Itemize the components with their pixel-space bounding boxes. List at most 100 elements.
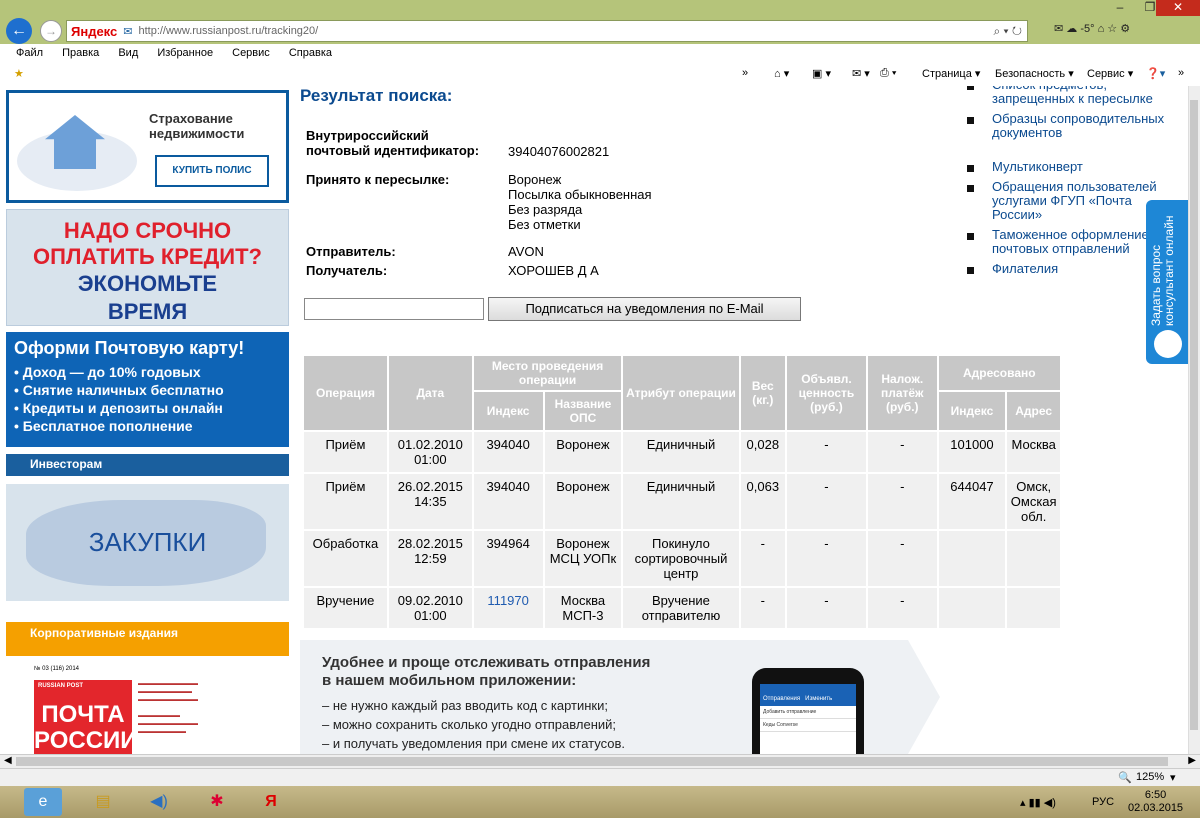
weather-widget[interactable]: ✉ ☁ -5° ⌂ ☆ ⚙: [1054, 22, 1130, 35]
cell-operation: Приём: [304, 474, 387, 529]
weather-temp: -5°: [1080, 23, 1095, 35]
card-item: • Кредиты и депозиты онлайн: [14, 400, 223, 416]
page-menu[interactable]: Страница ▾: [922, 67, 980, 80]
link-prohibited-items[interactable]: Список предметов, запрещенных к пересылк…: [965, 86, 1185, 106]
forward-button[interactable]: →: [40, 20, 62, 42]
chevron-down-icon[interactable]: ▾: [1170, 771, 1176, 784]
index-link[interactable]: 111970: [487, 593, 528, 608]
cell-weight: 0,063: [740, 474, 786, 529]
explorer-icon[interactable]: ▤: [84, 788, 122, 816]
col-addressed: Адресовано: [938, 356, 1060, 390]
mobile-app-promo[interactable]: Удобнее и проще отслеживать отправления в…: [300, 640, 940, 754]
url-text[interactable]: http://www.russianpost.ru/tracking20/: [138, 25, 318, 37]
sender-value: AVON: [508, 244, 544, 259]
cell-declared: -: [787, 474, 866, 529]
table-row: Обработка 28.02.2015 12:59 394964 Воронеж…: [304, 531, 1060, 586]
magazine-cover[interactable]: № 03 (116) 2014 RUSSIAN POST ПОЧТА РОССИ…: [34, 666, 264, 754]
ask-question-tab[interactable]: Задать вопрос консультант онлайн: [1146, 200, 1188, 364]
magazine-brand: RUSSIAN POST: [38, 683, 84, 689]
tracking-id-value: 39404076002821: [508, 144, 610, 159]
yandex-browser-icon[interactable]: Я: [252, 788, 290, 816]
input-language[interactable]: РУС: [1092, 796, 1114, 808]
menu-edit[interactable]: Правка: [62, 44, 99, 62]
cell-declared: -: [787, 432, 866, 472]
speaker-app-icon[interactable]: ◀): [140, 788, 178, 816]
menu-tools[interactable]: Сервис: [232, 44, 270, 62]
subscribe-button[interactable]: Подписаться на уведомления по E-Mail: [488, 297, 801, 321]
phone-image: Отправления Изменить Добавить отправлени…: [752, 668, 864, 754]
col-declared: Объявл. ценность (руб.): [787, 356, 866, 430]
feeds-icon[interactable]: ▣ ▾: [812, 67, 831, 80]
scroll-right-icon[interactable]: ▶: [1188, 755, 1196, 766]
link-multienvelope[interactable]: Мультиконверт: [965, 160, 1185, 174]
phone-item-row: Кеды Converse: [760, 719, 856, 732]
magazine-blurb-decoration: ▬▬▬▬▬▬▬▬▬▬ ▬▬▬▬▬▬▬▬▬ ▬▬▬▬▬▬▬▬▬▬ ▬▬▬▬▬▬▬ ▬▬▬▬…: [138, 681, 198, 735]
zoom-level[interactable]: 125%: [1136, 771, 1164, 783]
menu-favorites[interactable]: Избранное: [157, 44, 213, 62]
help-icon[interactable]: ❓▾: [1146, 67, 1165, 80]
accepted-label: Принято к пересылке:: [306, 172, 450, 187]
chevron-icon[interactable]: »: [1178, 67, 1184, 79]
promo-item: – можно сохранить сколько угодно отправл…: [322, 717, 617, 732]
security-menu[interactable]: Безопасность ▾: [995, 67, 1074, 80]
cell-attribute: Единичный: [623, 432, 739, 472]
card-title: Оформи Почтовую карту!: [14, 338, 245, 358]
promo-item: – не нужно каждый раз вводить код с карт…: [322, 698, 608, 713]
cell-date: 26.02.2015 14:35: [388, 474, 472, 529]
promo-title: Удобнее и проще отслеживать отправления в…: [322, 654, 651, 689]
clock[interactable]: 6:50 02.03.2015: [1128, 789, 1183, 815]
cell-to-index: 101000: [938, 432, 1006, 472]
print-icon[interactable]: ⎙ ▾: [880, 67, 896, 80]
menu-help[interactable]: Справка: [289, 44, 332, 62]
search-icon[interactable]: ⌕ ▾ ↻: [988, 24, 1027, 39]
chevron-icon[interactable]: »: [742, 67, 748, 79]
cell-index: 394964: [473, 531, 543, 586]
magazine-title-block: RUSSIAN POST ПОЧТА РОССИИ: [34, 680, 138, 754]
site-favicon-icon: ✉: [123, 25, 133, 38]
minimize-button[interactable]: ‒: [1106, 0, 1134, 16]
cell-to-index: [938, 588, 1006, 628]
service-menu[interactable]: Сервис ▾: [1087, 67, 1133, 80]
email-subscribe-input[interactable]: [304, 298, 484, 320]
purchases-banner[interactable]: ЗАКУПКИ: [6, 484, 289, 601]
cell-operation: Приём: [304, 432, 387, 472]
cell-cod: -: [867, 474, 937, 529]
media-app-icon[interactable]: ✱: [198, 788, 236, 816]
mail-icon[interactable]: ✉ ▾: [852, 67, 870, 80]
col-ops-name: Название ОПС: [544, 392, 622, 430]
menu-view[interactable]: Вид: [118, 44, 138, 62]
cell-weight: 0,028: [740, 432, 786, 472]
sender-label: Отправитель:: [306, 244, 396, 259]
menu-file[interactable]: Файл: [16, 44, 43, 62]
zoom-icon[interactable]: 🔍: [1118, 771, 1132, 784]
postal-card-banner[interactable]: Оформи Почтовую карту! • Доход — до 10% …: [6, 332, 289, 447]
cell-to-index: [938, 531, 1006, 586]
scroll-left-icon[interactable]: ◀: [4, 755, 12, 766]
link-document-samples[interactable]: Образцы сопроводительных документов: [965, 112, 1185, 140]
cell-weight: -: [740, 531, 786, 586]
home-icon[interactable]: ⌂ ▾: [774, 67, 789, 80]
table-row: Приём 26.02.2015 14:35 394040 Воронеж Еди…: [304, 474, 1060, 529]
investors-link[interactable]: Инвесторам: [6, 454, 289, 476]
corporate-publications-header[interactable]: Корпоративные издания: [6, 622, 289, 656]
tray-icons[interactable]: ▴ ▮▮ ◀): [1020, 796, 1056, 809]
vertical-scroll-thumb[interactable]: [1190, 100, 1198, 730]
horizontal-scroll-thumb[interactable]: [16, 757, 1168, 766]
col-cod: Налож. платёж (руб.): [867, 356, 937, 430]
back-button[interactable]: ←: [6, 18, 32, 44]
phone-app-bar: Отправления Изменить: [760, 684, 856, 706]
cell-cod: -: [867, 588, 937, 628]
insurance-banner[interactable]: Страхование недвижимости КУПИТЬ ПОЛИС: [6, 90, 289, 203]
credit-line-3: ЭКОНОМЬТЕ: [77, 271, 218, 296]
cell-weight: -: [740, 588, 786, 628]
favorites-star-icon[interactable]: ★: [14, 67, 24, 80]
address-bar[interactable]: Яндекс ✉ http://www.russianpost.ru/track…: [66, 20, 1028, 42]
cell-to-index: 644047: [938, 474, 1006, 529]
cell-to-addr: Москва: [1007, 432, 1060, 472]
close-window-button[interactable]: ✕: [1156, 0, 1200, 16]
buy-policy-button[interactable]: КУПИТЬ ПОЛИС: [155, 155, 269, 187]
col-weight: Вес (кг.): [740, 356, 786, 430]
cell-cod: -: [867, 531, 937, 586]
ie-icon[interactable]: e: [24, 788, 62, 816]
credit-banner[interactable]: НАДО СРОЧНО ОПЛАТИТЬ КРЕДИТ? ЭКОНОМЬТЕ В…: [6, 209, 289, 326]
